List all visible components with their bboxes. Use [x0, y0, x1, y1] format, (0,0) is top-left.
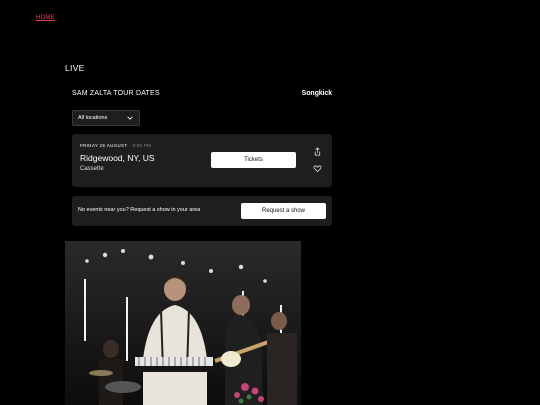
band-photo-image [65, 241, 301, 405]
nav-home-link[interactable]: HOME [36, 15, 55, 21]
event-date-line: FRIDAY 28 AUGUST · 9:00 PM [80, 143, 151, 148]
band-photo [65, 241, 301, 405]
request-show-prompt: No events near you? Request a show in yo… [78, 207, 201, 213]
chevron-down-icon [127, 116, 133, 120]
event-city[interactable]: Ridgewood, NY, US [80, 153, 155, 163]
request-show-button[interactable]: Request a show [241, 203, 326, 219]
tickets-button[interactable]: Tickets [211, 152, 296, 168]
heart-icon[interactable] [313, 164, 322, 173]
event-card: FRIDAY 28 AUGUST · 9:00 PM Ridgewood, NY… [72, 134, 332, 187]
event-date: FRIDAY 28 AUGUST [80, 143, 128, 148]
event-time: · 9:00 PM [128, 143, 152, 148]
location-filter-label: All locations [78, 115, 108, 121]
widget-title: SAM ZALTA TOUR DATES [72, 90, 160, 97]
location-filter-select[interactable]: All locations [72, 110, 140, 126]
section-title: LIVE [65, 63, 85, 73]
songkick-logo[interactable]: Songkick [302, 90, 332, 97]
request-show-card: No events near you? Request a show in yo… [72, 196, 332, 226]
event-venue[interactable]: Cassette [80, 166, 104, 172]
share-icon[interactable] [313, 147, 322, 156]
